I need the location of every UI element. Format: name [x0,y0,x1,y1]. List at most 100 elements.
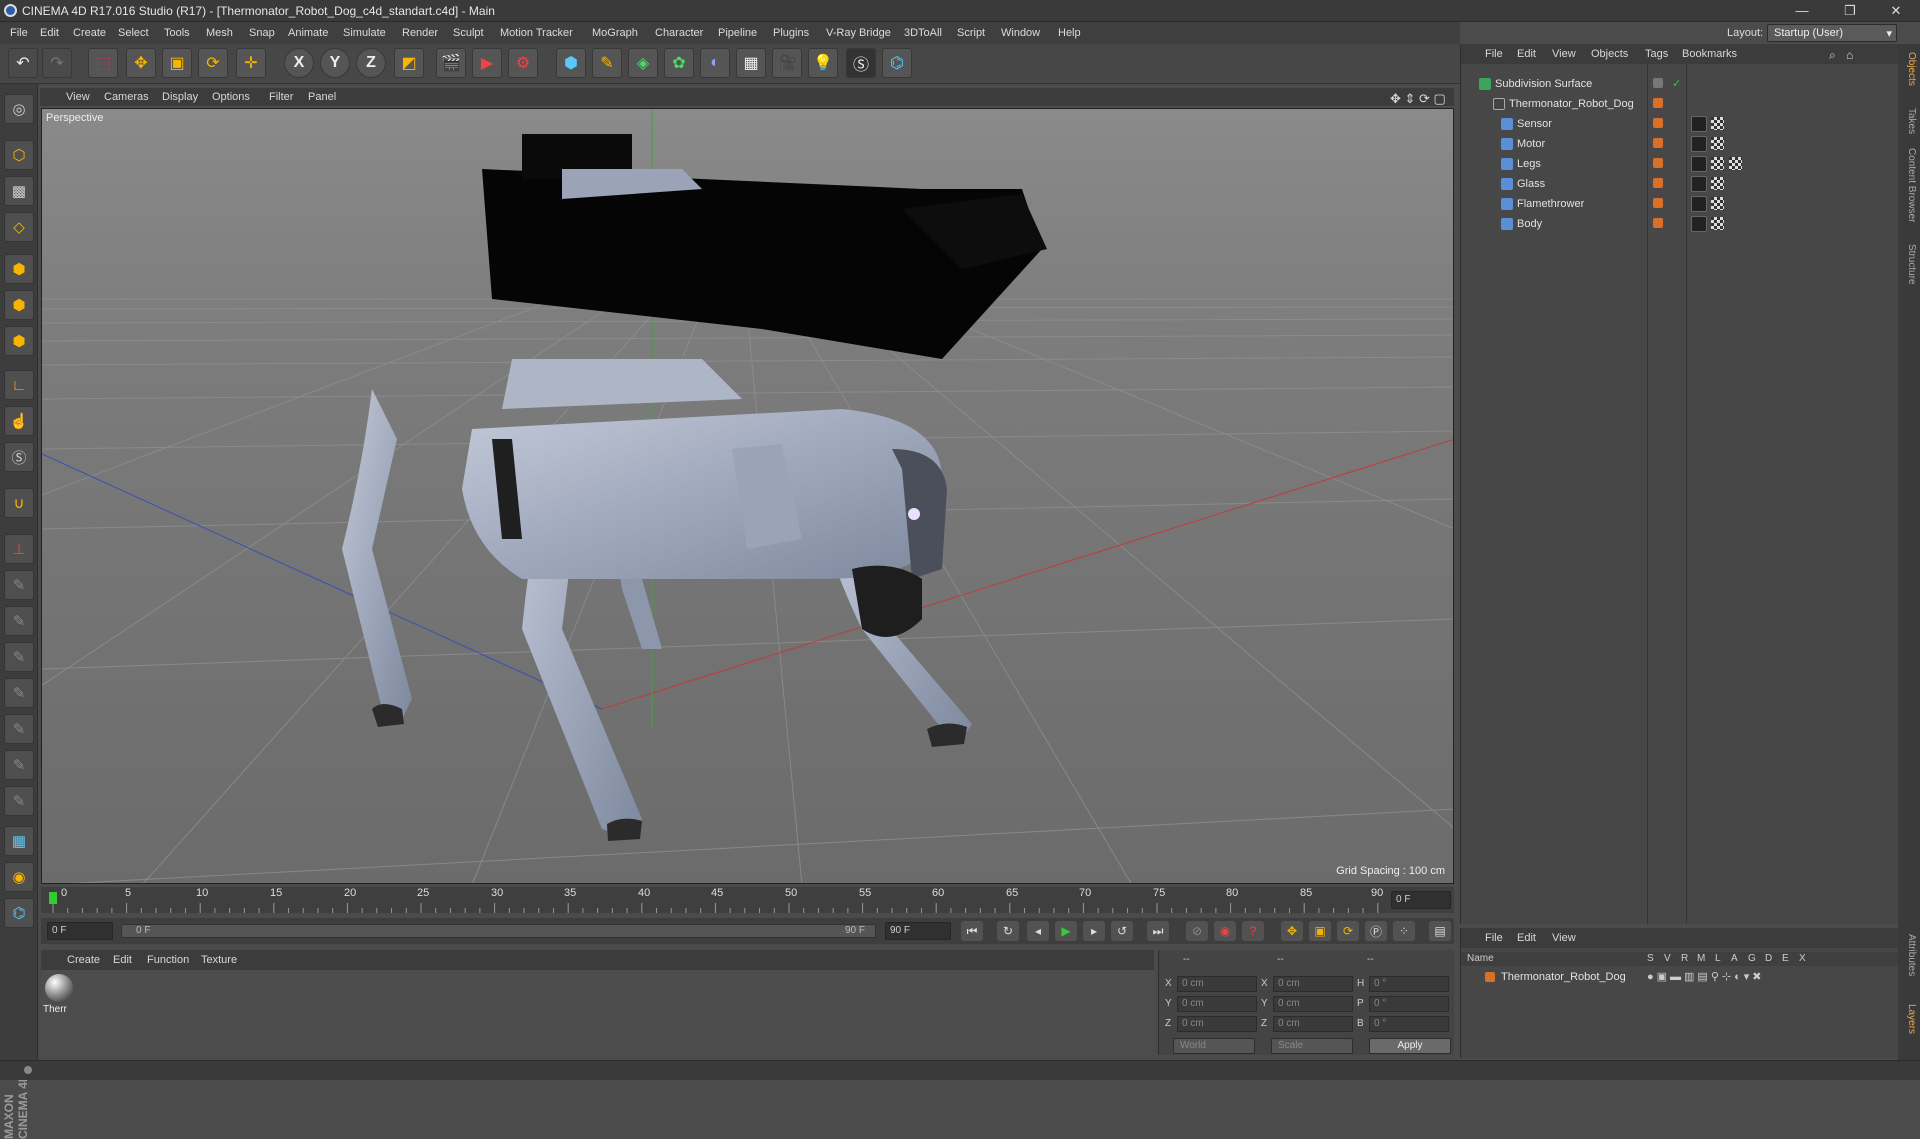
floor-icon[interactable]: ▦ [736,48,766,78]
menu-pipeline[interactable]: Pipeline [718,27,757,39]
objects-menu-bookmarks[interactable]: Bookmarks [1682,48,1737,60]
menu-edit[interactable]: Edit [40,27,59,39]
layer-color-swatch[interactable] [1485,972,1495,982]
object-row-glass[interactable]: Glass [1461,174,1899,194]
layers-menu-file[interactable]: File [1485,932,1503,944]
layer-color-swatch[interactable] [1653,218,1663,228]
step-back-icon[interactable]: ◂ [1027,921,1049,941]
layer-color-swatch[interactable] [1653,78,1663,88]
key-position-icon[interactable]: ✥ [1281,921,1303,941]
uvw-tag-icon[interactable] [1711,157,1724,170]
menu-render[interactable]: Render [402,27,438,39]
menu-plugins[interactable]: Plugins [773,27,809,39]
go-to-end-icon[interactable]: ⏭ [1147,921,1169,941]
uvw-tag-icon[interactable] [1711,197,1724,210]
objects-menu-tags[interactable]: Tags [1645,48,1668,60]
timeline-window-icon[interactable]: ▤ [1429,921,1451,941]
viewport-menu-display[interactable]: Display [162,91,198,103]
viewport-menu-view[interactable]: View [66,91,90,103]
polygons-mode-icon[interactable]: ⬢ [4,326,34,356]
rotation-p-field[interactable]: 0 ° [1369,996,1449,1012]
current-frame-field[interactable]: 0 F [1391,891,1451,909]
key-scale-icon[interactable]: ▣ [1309,921,1331,941]
material-thumbnail[interactable] [45,974,73,1002]
position-z-field[interactable]: 0 cm [1177,1016,1257,1032]
autokey-icon[interactable]: ? [1242,921,1264,941]
array-icon[interactable]: ✿ [664,48,694,78]
menu-window[interactable]: Window [1001,27,1040,39]
object-row-subdivision-surface[interactable]: Subdivision Surface ✓ [1461,74,1899,94]
scale-icon[interactable]: ▣ [162,48,192,78]
viewport-nav-icon[interactable]: ✥ ⇕ ⟳ ▢ [1390,91,1446,107]
size-mode-select[interactable]: Scale [1271,1038,1353,1054]
end-frame-field[interactable]: 90 F [885,922,951,940]
render-picture-icon[interactable]: ▶ [472,48,502,78]
uvw-tag-icon[interactable] [1711,137,1724,150]
make-editable-icon[interactable]: ◎ [4,94,34,124]
tweak-mode-icon[interactable]: ☝ [4,406,34,436]
axis-mode-icon[interactable]: ∟ [4,370,34,400]
material-menu-function[interactable]: Function [147,954,189,966]
cube-icon[interactable]: ⬢ [556,48,586,78]
object-row-motor[interactable]: Motor [1461,134,1899,154]
size-x-field[interactable]: 0 cm [1273,976,1353,992]
sculpt-smooth-icon[interactable]: ✎ [4,642,34,672]
viewport-menu-filter[interactable]: Filter [269,91,293,103]
frame-range-slider[interactable]: 0 F 90 F [121,924,876,938]
position-x-field[interactable]: 0 cm [1177,976,1257,992]
y-axis-icon[interactable]: Y [320,48,350,78]
size-y-field[interactable]: 0 cm [1273,996,1353,1012]
menu-mesh[interactable]: Mesh [206,27,233,39]
material-tag-icon[interactable] [1691,136,1707,152]
previous-key-icon[interactable]: ↻ [997,921,1019,941]
material-tag-icon[interactable] [1691,176,1707,192]
python-icon[interactable]: ⌬ [882,48,912,78]
menu-file[interactable]: File [10,27,28,39]
render-settings-icon[interactable]: ⚙ [508,48,538,78]
close-button[interactable]: ✕ [1874,0,1918,22]
layer-color-swatch[interactable] [1653,198,1663,208]
undo-icon[interactable]: ↶ [8,48,38,78]
objects-menu-view[interactable]: View [1552,48,1576,60]
sculpt-knife-icon[interactable]: ✎ [4,786,34,816]
layer-color-swatch[interactable] [1653,118,1663,128]
rotation-b-field[interactable]: 0 ° [1369,1016,1449,1032]
menu-create[interactable]: Create [73,27,106,39]
move-icon[interactable]: ✥ [126,48,156,78]
camera-icon[interactable]: 🎥 [772,48,802,78]
layers-menu-view[interactable]: View [1552,932,1576,944]
home-icon[interactable]: ⌂ [1846,48,1853,62]
tab-takes[interactable]: Takes [1901,108,1917,134]
menu-tools[interactable]: Tools [164,27,190,39]
material-menu-create[interactable]: Create [67,954,100,966]
material-tag-icon[interactable] [1691,116,1707,132]
menu-animate[interactable]: Animate [288,27,328,39]
next-key-icon[interactable]: ↺ [1111,921,1133,941]
menu-select[interactable]: Select [118,27,149,39]
workplane-icon[interactable]: ◇ [4,212,34,242]
menu-3dtoall[interactable]: 3DToAll [904,27,942,39]
search-icon[interactable]: ⌕ [1829,48,1836,63]
render-view-icon[interactable]: 🎬 [436,48,466,78]
sculpt-flatten-icon[interactable]: ✎ [4,714,34,744]
uvw-tag-icon[interactable] [1711,177,1724,190]
layer-color-swatch[interactable] [1653,138,1663,148]
objects-menu-edit[interactable]: Edit [1517,48,1536,60]
key-parameter-icon[interactable]: Ⓟ [1365,921,1387,941]
apply-button[interactable]: Apply [1369,1038,1451,1054]
rotate-icon[interactable]: ⟳ [198,48,228,78]
tab-structure[interactable]: Structure [1901,244,1917,285]
layer-toggle-icons[interactable]: ●▣▬▥▤⚲⊹◐▾✖ [1647,970,1764,983]
object-row-body[interactable]: Body [1461,214,1899,234]
menu-snap[interactable]: Snap [249,27,275,39]
sculpt-pull-icon[interactable]: ✎ [4,606,34,636]
tab-layers[interactable]: Layers [1901,1004,1917,1034]
sculpt-inflate-icon[interactable]: ✎ [4,750,34,780]
layer-row[interactable]: Thermonator_Robot_Dog ●▣▬▥▤⚲⊹◐▾✖ [1461,968,1899,988]
uvw-tag-icon[interactable] [1711,217,1724,230]
go-to-start-icon[interactable]: ⏮ [961,921,983,941]
menu-simulate[interactable]: Simulate [343,27,386,39]
layers-menu-edit[interactable]: Edit [1517,932,1536,944]
sculpt-grab-icon[interactable]: ✎ [4,678,34,708]
edges-mode-icon[interactable]: ⬢ [4,290,34,320]
